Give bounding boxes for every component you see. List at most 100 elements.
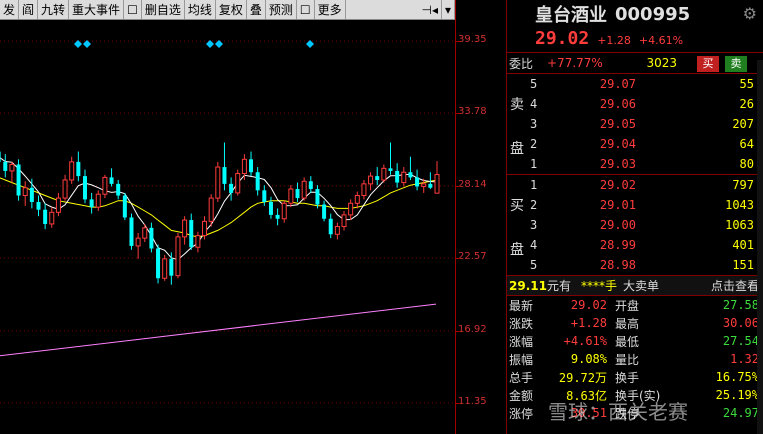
candle-body bbox=[229, 183, 234, 193]
candle bbox=[388, 142, 393, 175]
ask-row[interactable]: 2 29.04 64 bbox=[507, 134, 763, 154]
tab-fa[interactable]: 发 bbox=[0, 0, 20, 19]
candle-body bbox=[421, 183, 427, 187]
tab-overlay[interactable]: 叠 bbox=[247, 0, 266, 19]
bid-price: 29.01 bbox=[599, 198, 636, 212]
ask-qty: 26 bbox=[739, 97, 754, 111]
stat-label: 涨幅 bbox=[509, 334, 534, 349]
tab-adjust[interactable]: 复权 bbox=[216, 0, 247, 19]
stat-label-2: 最高 bbox=[615, 316, 640, 331]
candle bbox=[29, 178, 34, 209]
chart-canvas bbox=[0, 40, 455, 404]
candle bbox=[235, 169, 241, 196]
candle-body bbox=[195, 235, 201, 248]
candle-body bbox=[116, 183, 121, 196]
candlestick-chart[interactable] bbox=[0, 21, 455, 434]
order-ratio-row: 委比 +77.77% 3023 买 卖 bbox=[507, 52, 763, 74]
candle bbox=[9, 161, 15, 183]
more-button[interactable]: 更多 bbox=[315, 0, 346, 19]
price-axis-tick bbox=[456, 113, 460, 114]
candle bbox=[3, 154, 8, 178]
bid-price: 28.99 bbox=[599, 238, 636, 252]
ask-row[interactable]: 1 29.03 80 bbox=[507, 154, 763, 174]
ask-row[interactable]: 5 29.07 55 bbox=[507, 74, 763, 94]
stat-value-2: 27.54 bbox=[722, 334, 759, 348]
candle-body bbox=[175, 236, 181, 277]
candle-body bbox=[76, 161, 81, 177]
big-order-bar: 29.11 元有 ****手 大卖单 点击查看 bbox=[507, 276, 763, 296]
buy-button[interactable]: 买 bbox=[697, 56, 719, 72]
click-view-link[interactable]: 点击查看 bbox=[711, 277, 759, 294]
candle-body bbox=[122, 195, 127, 218]
candle bbox=[16, 159, 21, 201]
candle bbox=[102, 174, 108, 199]
candle-body bbox=[49, 211, 55, 225]
candle-body bbox=[428, 183, 433, 188]
candle bbox=[334, 222, 340, 240]
price-axis-tick bbox=[456, 403, 460, 404]
bid-qty: 151 bbox=[732, 258, 754, 272]
stock-title: 皇台酒业 000995 ⚙ bbox=[507, 0, 763, 28]
big-sell-order-tab[interactable]: 大卖单 bbox=[623, 277, 659, 294]
candle bbox=[315, 185, 320, 209]
ask-price: 29.04 bbox=[599, 137, 636, 151]
candle-body bbox=[235, 173, 241, 194]
ma250-line bbox=[0, 303, 437, 357]
candle-body bbox=[208, 197, 214, 222]
sell-button[interactable]: 卖 bbox=[725, 56, 747, 72]
price-axis-label: 39.35 bbox=[458, 34, 487, 45]
candle-body bbox=[375, 176, 380, 180]
delete-watchlist-button[interactable]: 删自选 bbox=[142, 0, 185, 19]
candle-body bbox=[388, 168, 393, 171]
bid-row[interactable]: 2 29.01 1043 bbox=[507, 195, 763, 215]
stat-row: 涨幅 +4.61% 最低 27.54 bbox=[507, 332, 763, 350]
candle-body bbox=[102, 176, 108, 195]
candle bbox=[89, 192, 94, 214]
candle-body bbox=[288, 188, 294, 204]
candle-body bbox=[328, 218, 333, 235]
ask-qty: 64 bbox=[739, 137, 754, 151]
price-axis-label: 16.92 bbox=[458, 323, 487, 335]
candle-body bbox=[69, 161, 75, 181]
checkbox-icon[interactable]: ☐ bbox=[297, 0, 315, 19]
chevron-down-icon[interactable]: ▾ bbox=[442, 0, 455, 19]
bid-qty: 1063 bbox=[725, 218, 754, 232]
price-axis-label: 11.35 bbox=[458, 396, 487, 407]
candle-body bbox=[341, 214, 347, 228]
ask-level: 1 bbox=[530, 157, 538, 171]
stat-label-2: 最低 bbox=[615, 334, 640, 349]
tab-forecast[interactable]: 预测 bbox=[266, 0, 297, 19]
gear-icon[interactable]: ⚙ bbox=[743, 4, 757, 23]
candle bbox=[401, 167, 407, 187]
candle-body bbox=[89, 199, 94, 208]
ask-price: 29.06 bbox=[599, 97, 636, 111]
candle bbox=[156, 244, 161, 284]
candle bbox=[62, 174, 68, 201]
side-scrollbar[interactable] bbox=[757, 60, 763, 434]
big-order-hand: ****手 bbox=[580, 279, 617, 293]
tab-major-events[interactable]: 重大事件 bbox=[69, 0, 125, 19]
bid-row[interactable]: 3 29.00 1063 bbox=[507, 215, 763, 235]
bid-row[interactable]: 5 28.98 151 bbox=[507, 255, 763, 275]
cursor-icon[interactable]: ⊣◂ bbox=[418, 0, 442, 19]
bid-book: 买盘1 29.02 797 2 29.01 1043 3 29.00 1063 4 2… bbox=[507, 175, 763, 276]
candle-body bbox=[62, 179, 68, 199]
stat-value-2: 16.75% bbox=[715, 370, 759, 384]
bid-row[interactable]: 4 28.99 401 bbox=[507, 235, 763, 255]
stat-value-2: 30.06 bbox=[722, 316, 759, 330]
candle bbox=[222, 142, 227, 191]
ask-row[interactable]: 3 29.05 207 bbox=[507, 114, 763, 134]
candle bbox=[408, 156, 413, 180]
candle bbox=[95, 190, 101, 212]
ask-book: 卖盘5 29.07 55 4 29.06 26 3 29.05 207 2 29.04… bbox=[507, 74, 763, 175]
candle bbox=[202, 216, 208, 240]
tab-ma[interactable]: 均线 bbox=[185, 0, 216, 19]
candle-body bbox=[295, 189, 300, 199]
check-icon[interactable]: ☐ bbox=[124, 0, 142, 19]
tab-jiuzhuan[interactable]: 九转 bbox=[38, 0, 70, 19]
bid-row[interactable]: 1 29.02 797 bbox=[507, 175, 763, 195]
stat-row: 最新 29.02 开盘 27.58 bbox=[507, 296, 763, 314]
tab-yan[interactable]: 阎 bbox=[19, 0, 39, 19]
ask-row[interactable]: 4 29.06 26 bbox=[507, 94, 763, 114]
candle bbox=[322, 200, 327, 222]
